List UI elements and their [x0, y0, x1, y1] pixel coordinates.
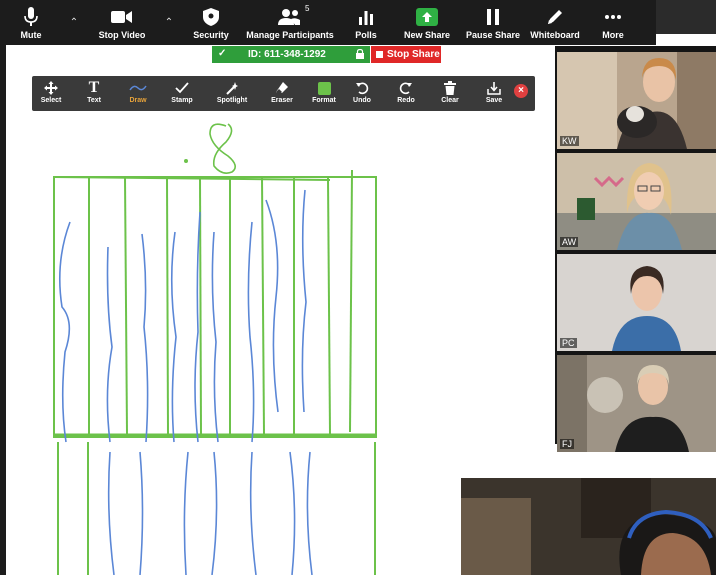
format-tool[interactable]: Format — [308, 76, 340, 111]
save-label: Save — [485, 97, 503, 104]
text-tool[interactable]: T Text — [80, 76, 108, 111]
pencil-icon — [546, 6, 564, 28]
participant-tile-pc[interactable]: PC — [557, 254, 716, 351]
polls-label: Polls — [355, 30, 377, 40]
eraser-label: Eraser — [271, 97, 293, 104]
pause-icon — [486, 6, 500, 28]
select-label: Select — [40, 97, 62, 104]
mute-button[interactable]: Mute — [0, 0, 62, 45]
participant-video — [557, 355, 716, 452]
spotlight-wand-icon — [225, 80, 239, 96]
whiteboard-label: Whiteboard — [530, 30, 580, 40]
spotlight-label: Spotlight — [216, 97, 248, 104]
redo-arrow-icon — [399, 80, 413, 96]
annotation-toolbar: Select T Text Draw Stamp Spotlight Erase… — [32, 76, 535, 111]
new-share-button[interactable]: New Share — [394, 0, 460, 45]
pause-share-label: Pause Share — [465, 30, 521, 40]
pause-share-button[interactable]: Pause Share — [460, 0, 526, 45]
participants-icon — [278, 6, 302, 28]
active-speaker-video[interactable] — [461, 478, 716, 575]
decimal-point-mark — [184, 159, 188, 163]
shield-icon — [203, 6, 219, 28]
more-label: More — [602, 30, 624, 40]
speaker-video — [461, 478, 716, 575]
manage-participants-label: Manage Participants — [246, 30, 334, 40]
lock-icon — [356, 49, 364, 59]
close-icon: × — [518, 85, 524, 96]
undo-label: Undo — [353, 97, 371, 104]
format-label: Format — [312, 97, 336, 104]
polls-icon — [358, 6, 374, 28]
mute-label: Mute — [20, 30, 42, 40]
draw-label: Draw — [129, 97, 147, 104]
save-button[interactable]: Save — [480, 76, 508, 111]
participant-video — [557, 153, 716, 250]
polls-button[interactable]: Polls — [338, 0, 394, 45]
select-tool[interactable]: Select — [36, 76, 66, 111]
checkmark-icon — [175, 80, 189, 96]
audio-options-caret[interactable]: ⌃ — [62, 0, 86, 45]
participant-tile-kw[interactable]: KW — [557, 52, 716, 149]
move-arrows-icon — [44, 80, 58, 96]
text-t-icon: T — [88, 79, 100, 96]
redo-button[interactable]: Redo — [392, 76, 420, 111]
sharing-indicator-icon: ✓ — [218, 48, 227, 59]
blue-shading-lines — [58, 189, 313, 575]
clear-label: Clear — [441, 97, 459, 104]
draw-tool[interactable]: Draw — [124, 76, 152, 111]
chevron-up-icon: ⌃ — [69, 17, 79, 28]
participant-tile-fj[interactable]: FJ — [557, 355, 716, 452]
security-button[interactable]: Security — [180, 0, 242, 45]
participant-initials: PC — [560, 338, 577, 348]
written-number-text: .8 — [0, 112, 1, 113]
participant-gallery: KW AW PC FJ — [555, 46, 716, 452]
participant-initials: AW — [560, 237, 579, 247]
new-share-label: New Share — [403, 30, 451, 40]
stop-video-button[interactable]: Stop Video — [86, 0, 158, 45]
download-icon — [487, 80, 501, 96]
security-label: Security — [193, 30, 229, 40]
microphone-icon — [24, 6, 38, 28]
stop-share-button[interactable]: Stop Share — [371, 46, 441, 63]
eraser-icon — [275, 80, 289, 96]
meeting-id: ID: 611-348-1292 — [248, 49, 326, 60]
redo-label: Redo — [397, 97, 415, 104]
stamp-tool[interactable]: Stamp — [166, 76, 198, 111]
meeting-id-bar[interactable]: ✓ ID: 611-348-1292 — [212, 46, 370, 63]
eraser-tool[interactable]: Eraser — [266, 76, 298, 111]
stop-icon — [376, 51, 383, 58]
text-label: Text — [87, 97, 101, 104]
participant-video — [557, 52, 716, 149]
participant-count: 5 — [305, 4, 310, 13]
stop-share-label: Stop Share — [387, 49, 440, 60]
stop-video-label: Stop Video — [98, 30, 146, 40]
chevron-up-icon: ⌃ — [164, 17, 174, 28]
handwritten-eight — [209, 123, 236, 174]
participant-initials: FJ — [560, 439, 574, 449]
spotlight-tool[interactable]: Spotlight — [212, 76, 252, 111]
video-camera-icon — [111, 6, 133, 28]
meeting-toolbar: Mute ⌃ Stop Video ⌃ Security 5 Manage Pa… — [0, 0, 656, 45]
undo-arrow-icon — [355, 80, 369, 96]
trash-icon — [444, 80, 456, 96]
squiggle-icon — [129, 80, 147, 96]
close-annotation-button[interactable]: × — [514, 84, 528, 98]
share-screen-icon — [416, 6, 438, 28]
participant-tile-aw[interactable]: AW — [557, 153, 716, 250]
color-swatch-icon — [317, 80, 331, 96]
stamp-label: Stamp — [171, 97, 193, 104]
participant-initials: KW — [560, 136, 579, 146]
video-options-caret[interactable]: ⌃ — [158, 0, 180, 45]
more-button[interactable]: More — [584, 0, 642, 45]
undo-button[interactable]: Undo — [348, 76, 376, 111]
ellipsis-icon — [604, 6, 622, 28]
whiteboard-button[interactable]: Whiteboard — [526, 0, 584, 45]
manage-participants-button[interactable]: 5 Manage Participants — [242, 0, 338, 45]
clear-button[interactable]: Clear — [436, 76, 464, 111]
toolbar-extension — [656, 0, 716, 34]
participant-video — [557, 254, 716, 351]
